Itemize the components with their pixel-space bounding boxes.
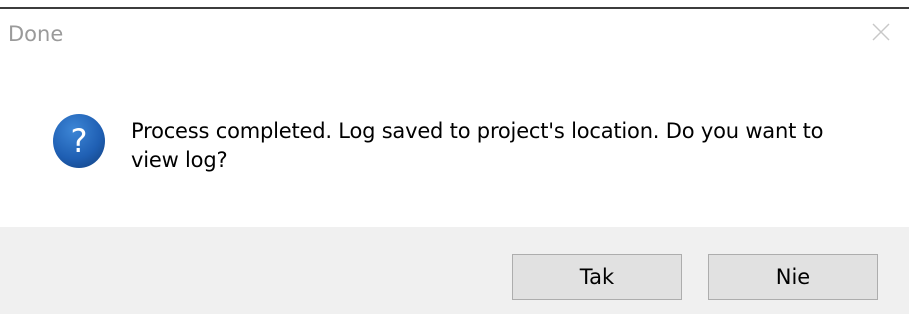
button-bar: Tak Nie bbox=[0, 227, 909, 314]
no-button[interactable]: Nie bbox=[708, 254, 878, 300]
title-bar[interactable]: Done bbox=[0, 9, 909, 61]
window-title: Done bbox=[8, 22, 64, 46]
message-box-window: Done ? Process completed. Log saved to p… bbox=[0, 0, 909, 314]
dialog-content: ? Process completed. Log saved to projec… bbox=[0, 61, 909, 227]
close-icon bbox=[872, 23, 890, 41]
svg-text:?: ? bbox=[71, 122, 88, 160]
dialog-message: Process completed. Log saved to project'… bbox=[131, 119, 824, 172]
close-button[interactable] bbox=[853, 9, 909, 55]
window-top-border bbox=[0, 0, 909, 9]
yes-button[interactable]: Tak bbox=[512, 254, 682, 300]
question-icon: ? bbox=[53, 114, 105, 168]
